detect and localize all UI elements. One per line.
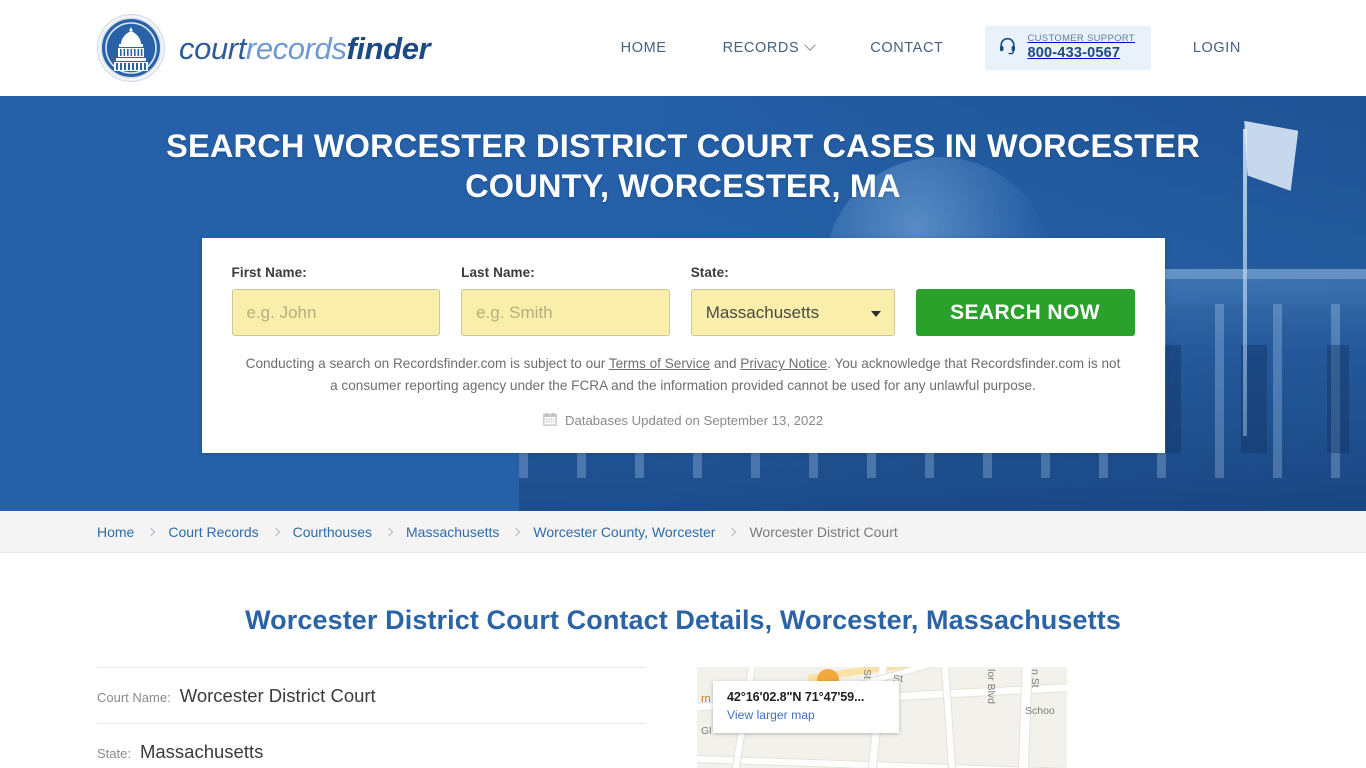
breadcrumb-separator-icon [147,527,156,536]
detail-row-court-name: Court Name: Worcester District Court [97,667,645,723]
map-road [697,755,1067,768]
nav-item-records-label: RECORDS [722,40,800,56]
logo-part-finder: finder [346,30,431,66]
support-label: CUSTOMER SUPPORT [1027,33,1135,45]
map-column: rn Gl St St lor Blvd n St Schoo 42°16'02… [697,667,1067,768]
main-content: Worcester District Court Contact Details… [0,605,1366,768]
breadcrumb-item-massachusetts[interactable]: Massachusetts [406,524,499,540]
map-info-tooltip: 42°16'02.8"N 71°47'59... View larger map [713,681,899,733]
breadcrumb-separator-icon [512,527,521,536]
terms-of-service-link[interactable]: Terms of Service [609,356,710,371]
detail-value-state: Massachusetts [139,741,264,762]
view-larger-map-link[interactable]: View larger map [727,708,885,722]
logo-part-records: records [245,30,347,66]
disclaimer-text-1: Conducting a search on Recordsfinder.com… [245,356,609,372]
detail-label-state: State: [97,746,131,761]
calendar-icon [543,412,557,429]
nav-item-home[interactable]: HOME [593,30,695,66]
search-form-row: First Name: Last Name: State: Massachuse… [231,265,1135,337]
databases-updated-row: Databases Updated on September 13, 2022 [232,412,1135,429]
map-road [940,667,964,768]
state-select[interactable]: Massachusetts [690,289,895,337]
nav-item-home-label: HOME [620,40,667,56]
breadcrumb-item-courthouses[interactable]: Courthouses [293,524,372,540]
location-map[interactable]: rn Gl St St lor Blvd n St Schoo 42°16'02… [697,667,1067,768]
breadcrumb-item-home[interactable]: Home [97,524,134,540]
state-label: State: [690,265,729,281]
search-now-button[interactable]: SEARCH NOW [915,289,1135,337]
first-name-field-group: First Name: [231,265,441,337]
map-label-blvd: lor Blvd [985,669,997,705]
breadcrumb-separator-icon [384,527,394,536]
detail-label-court-name: Court Name: [97,690,171,705]
first-name-input[interactable] [231,289,441,337]
nav-item-contact[interactable]: CONTACT [842,30,971,66]
map-label-n-st: n St [1029,669,1041,688]
headset-icon [998,36,1017,60]
map-coordinates: 42°16'02.8"N 71°47'59... [727,690,865,704]
support-phone-number: 800-433-0567 [1027,45,1121,62]
map-label-street-left2: Gl [701,725,712,737]
page-hero-title: SEARCH WORCESTER DISTRICT COURT CASES IN… [166,128,1200,204]
capitol-dome-icon [97,14,165,82]
chevron-down-icon [804,39,816,51]
last-name-field-group: Last Name: [461,265,670,337]
site-logo-text: courtrecordsfinder [179,30,431,66]
disclaimer-text-2: and [710,356,741,372]
nav-item-records[interactable]: RECORDS [695,30,843,66]
page-title: Worcester District Court Contact Details… [245,605,1121,635]
breadcrumb-separator-icon [728,527,737,536]
breadcrumb-separator-icon [271,527,280,536]
main-navigation: HOME RECORDS CONTACT CUSTOMER SUPPORT 80… [593,26,1269,70]
detail-value-court-name: Worcester District Court [179,685,376,706]
detail-row-state: State: Massachusetts [97,723,645,768]
nav-item-login[interactable]: LOGIN [1165,30,1269,66]
last-name-input[interactable] [461,289,670,337]
last-name-label: Last Name: [461,265,535,281]
privacy-notice-link[interactable]: Privacy Notice [740,356,827,371]
breadcrumb-item-court-records[interactable]: Court Records [168,524,258,540]
databases-updated-text: Databases Updated on September 13, 2022 [564,413,824,429]
map-label-school: Schoo [1025,705,1055,717]
nav-item-login-label: LOGIN [1192,40,1241,56]
court-details-list: Court Name: Worcester District Court Sta… [97,667,645,768]
breadcrumb-item-worcester-county[interactable]: Worcester County, Worcester [533,524,715,540]
site-logo[interactable]: courtrecordsfinder [97,14,431,82]
search-disclaimer: Conducting a search on Recordsfinder.com… [243,353,1123,397]
site-header: courtrecordsfinder HOME RECORDS CONTACT [0,0,1366,96]
state-field-group: State: Massachusetts [690,265,895,337]
nav-item-contact-label: CONTACT [870,40,944,56]
customer-support-block[interactable]: CUSTOMER SUPPORT 800-433-0567 [985,26,1151,70]
breadcrumb-item-current: Worcester District Court [749,523,898,540]
map-label-street-top: St [861,669,873,679]
breadcrumb-bar: Home Court Records Courthouses Massachus… [0,511,1366,553]
search-form-card: First Name: Last Name: State: Massachuse… [201,238,1165,454]
map-label-street-left: rn [701,693,711,705]
breadcrumb: Home Court Records Courthouses Massachus… [97,524,898,540]
first-name-label: First Name: [231,265,307,281]
court-details-section: Court Name: Worcester District Court Sta… [0,667,1366,768]
logo-part-court: court [179,30,246,66]
hero-banner: SEARCH WORCESTER DISTRICT COURT CASES IN… [0,96,1366,511]
